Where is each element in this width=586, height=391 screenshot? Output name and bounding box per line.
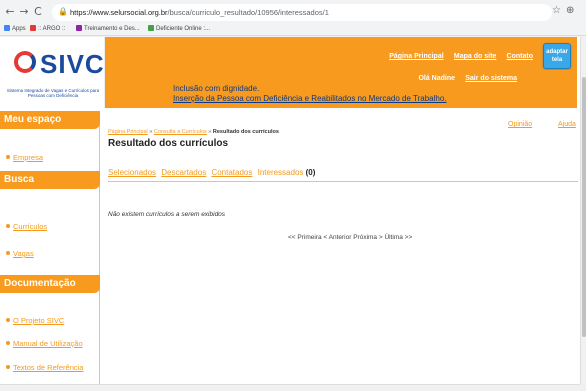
sidebar-item-label[interactable]: O Projeto SIVC xyxy=(13,316,64,325)
lock-icon: 🔒 xyxy=(58,7,68,16)
url-text[interactable]: https://www.selursocial.org.br/busca/cur… xyxy=(70,8,329,17)
url-host: https://www.selursocial.org.br xyxy=(70,8,168,17)
bookmark-label: Apps xyxy=(12,26,26,32)
sidebar-item-label[interactable]: Currículos xyxy=(13,222,47,231)
back-icon[interactable]: ← xyxy=(4,6,16,18)
sidebar-item-empresa[interactable]: Empresa xyxy=(6,153,43,162)
sidebar-item-label[interactable]: Vagas xyxy=(13,249,34,258)
bullet-icon xyxy=(6,318,10,322)
sidebar-item-label[interactable]: Manual de Utilização xyxy=(13,339,83,348)
sidebar-item-label[interactable]: Empresa xyxy=(13,153,43,162)
bullet-icon xyxy=(6,224,10,228)
user-links: Olá Nadine Sair do sistema xyxy=(410,73,517,82)
bookmark-argo[interactable]: :: ARGO :: xyxy=(30,25,65,32)
tab-contatados[interactable]: Contatados xyxy=(211,168,252,177)
sidebar-item-textos[interactable]: Textos de Referência xyxy=(6,363,83,372)
link-contato[interactable]: Contato xyxy=(507,53,533,60)
logo-swirl-icon xyxy=(14,51,36,73)
url-path: /busca/curriculo_resultado/10956/interes… xyxy=(167,8,329,17)
bookmark-label: Deficiente Online :... xyxy=(156,26,211,32)
breadcrumb-home[interactable]: Página Principal xyxy=(108,129,148,135)
bullet-icon xyxy=(6,251,10,255)
bullet-icon xyxy=(6,155,10,159)
apps-icon xyxy=(4,25,10,31)
bookmark-label: Treinamento e Des... xyxy=(84,26,140,32)
opiniao-link[interactable]: Opinião xyxy=(508,121,532,128)
bookmark-star-icon[interactable]: ☆ xyxy=(552,5,561,16)
tab-count: (0) xyxy=(305,168,316,177)
tab-selecionados[interactable]: Selecionados xyxy=(108,168,156,177)
link-mapa-do-site[interactable]: Mapa do site xyxy=(454,53,496,60)
tab-interessados-label: Interessados xyxy=(257,168,304,177)
sidebar-item-curriculos[interactable]: Currículos xyxy=(6,222,47,231)
top-links: Página Principal Mapa do site Contato xyxy=(381,51,533,60)
bookmark-deficiente[interactable]: Deficiente Online :... xyxy=(148,25,210,32)
deficiente-icon xyxy=(148,25,154,31)
treinamento-icon xyxy=(76,25,82,31)
pagination[interactable]: << Primeira < Anterior Próxima > Última … xyxy=(288,234,412,241)
tab-interessados[interactable]: Interessados (0) xyxy=(258,168,316,177)
bullet-icon xyxy=(6,365,10,369)
top-bar: Página Principal Mapa do site Contato ad… xyxy=(105,37,577,70)
page-title: Resultado dos currículos xyxy=(108,138,229,149)
section-documentacao: Documentação xyxy=(0,275,100,293)
breadcrumb-search[interactable]: Consulta a Currículos xyxy=(154,129,207,135)
slogan-bar: Olá Nadine Sair do sistema Inclusão com … xyxy=(105,70,577,108)
adapt-screen-button[interactable]: adaptar tela xyxy=(543,43,571,69)
reload-icon[interactable]: C xyxy=(32,6,44,18)
logo-subtitle: Sistema Integrado de Vagas e Currículos … xyxy=(6,88,100,98)
sidebar-item-vagas[interactable]: Vagas xyxy=(6,249,34,258)
bookmark-treinamento[interactable]: Treinamento e Des... xyxy=(76,25,140,32)
result-tabs: Selecionados Descartados Contatados Inte… xyxy=(108,168,315,177)
section-busca: Busca xyxy=(0,171,100,189)
slogan-line-1: Inclusão com dignidade. xyxy=(173,84,260,93)
logo-text: SIVC xyxy=(40,49,105,79)
breadcrumb-current: Resultado dos currículos xyxy=(212,129,279,135)
bookmark-label: :: ARGO :: xyxy=(38,26,66,32)
vertical-scrollbar[interactable] xyxy=(580,37,586,384)
section-meu-espaco: Meu espaço xyxy=(0,111,100,129)
main-content: Página Principal » Consulta a Currículos… xyxy=(108,111,578,391)
bookmark-apps[interactable]: Apps xyxy=(4,25,26,32)
user-greeting: Olá Nadine xyxy=(418,75,456,82)
horizontal-scrollbar[interactable] xyxy=(0,384,580,391)
bullet-icon xyxy=(6,341,10,345)
scroll-thumb[interactable] xyxy=(582,77,586,337)
slogan-line-2: Inserção da Pessoa com Deficiência e Rea… xyxy=(173,94,447,103)
breadcrumb: Página Principal » Consulta a Currículos… xyxy=(108,129,279,135)
sidebar-item-label[interactable]: Textos de Referência xyxy=(13,363,83,372)
logo[interactable]: SIVC Sistema Integrado de Vagas e Curríc… xyxy=(0,37,105,108)
profile-icon[interactable]: ⊕ xyxy=(566,5,574,16)
bookmarks-bar: Apps :: ARGO :: Treinamento e Des... Def… xyxy=(0,24,586,36)
empty-message: Não existem currículos a serem exibidos xyxy=(108,211,226,218)
sidebar-item-manual[interactable]: Manual de Utilização xyxy=(6,339,83,348)
page-content: SIVC Sistema Integrado de Vagas e Curríc… xyxy=(0,37,580,391)
address-bar[interactable]: 🔒 https://www.selursocial.org.br/busca/c… xyxy=(52,4,552,21)
ajuda-link[interactable]: Ajuda xyxy=(558,121,576,128)
logout-link[interactable]: Sair do sistema xyxy=(465,75,517,82)
tab-divider xyxy=(108,181,578,182)
forward-icon[interactable]: → xyxy=(18,6,30,18)
sidebar-item-projeto[interactable]: O Projeto SIVC xyxy=(6,316,64,325)
browser-toolbar: ← → C 🔒 https://www.selursocial.org.br/b… xyxy=(0,4,586,22)
browser-chrome: ← → C 🔒 https://www.selursocial.org.br/b… xyxy=(0,0,586,36)
link-pagina-principal[interactable]: Página Principal xyxy=(389,53,443,60)
argo-icon xyxy=(30,25,36,31)
site-header: SIVC Sistema Integrado de Vagas e Curríc… xyxy=(0,37,580,108)
tab-descartados[interactable]: Descartados xyxy=(161,168,206,177)
sidebar: Meu espaço Empresa Busca Currículos Vaga… xyxy=(0,111,100,391)
